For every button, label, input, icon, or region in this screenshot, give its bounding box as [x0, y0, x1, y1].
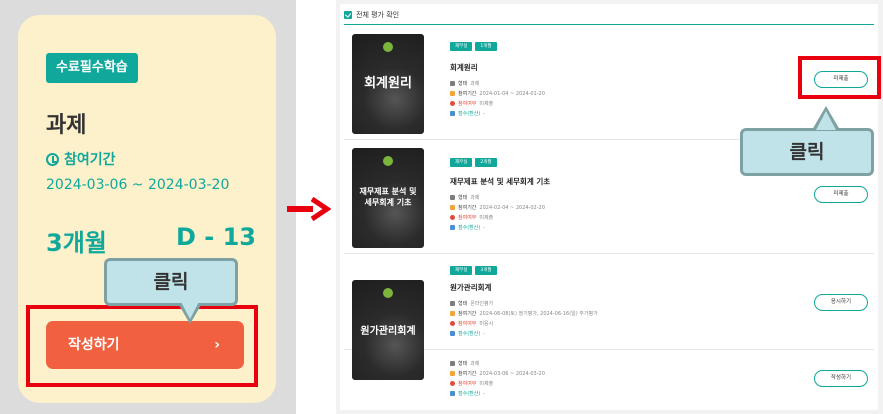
course-thumbnail[interactable]: 원가관리회계: [352, 280, 424, 380]
checkbox-icon[interactable]: [344, 11, 352, 19]
calendar-icon: [450, 91, 455, 96]
arrow-head-icon: [310, 196, 331, 222]
thumbnail-title: 원가관리회계: [360, 326, 416, 337]
period-label-text: 참여기간: [64, 152, 116, 168]
period-label: 참여기간: [46, 149, 116, 169]
highlight-box-left: [26, 305, 258, 387]
pencil-icon: [450, 81, 455, 86]
thumbnail-title: 재무제표 분석 및 세무회계 기초: [359, 186, 417, 207]
required-badge: 수료필수학습: [46, 53, 138, 83]
status-icon: [450, 321, 455, 326]
thumbnail-logo-icon: [383, 156, 393, 166]
d-day: D - 13: [176, 223, 256, 251]
calendar-icon: [450, 205, 455, 210]
duration-tag: 1개월: [475, 42, 497, 51]
score-icon: [450, 111, 455, 116]
click-callout-right: 클릭: [740, 128, 874, 176]
calendar-icon: [450, 311, 455, 316]
period-dates: 2024-03-06 ~ 2024-03-20: [46, 177, 230, 193]
course-title: 회계원리: [450, 63, 478, 72]
section-title: 전체 평가 확인: [356, 11, 400, 19]
score-icon: [450, 331, 455, 336]
highlight-box-right: [798, 56, 881, 99]
callout-tail-inner: [816, 111, 836, 130]
take-exam-button[interactable]: 응시하기: [814, 294, 868, 311]
score-icon: [450, 225, 455, 230]
thumbnail-title: 회계원리: [364, 76, 412, 91]
category-tag: 재무실: [450, 42, 473, 51]
score-icon: [450, 391, 455, 396]
pencil-icon: [450, 361, 455, 366]
callout-tail-inner: [180, 300, 200, 319]
clock-icon: [46, 152, 59, 166]
status-icon: [450, 215, 455, 220]
course-thumbnail[interactable]: 회계원리: [352, 34, 424, 134]
status-icon: [450, 101, 455, 106]
divider: [344, 24, 874, 25]
click-callout-left: 클릭: [104, 258, 238, 306]
calendar-icon: [450, 371, 455, 376]
status-icon: [450, 381, 455, 386]
duration-tag: 2개월: [475, 158, 497, 167]
thumbnail-logo-icon: [383, 42, 393, 52]
list-item: 회계원리 재무실 1개월 회계원리 형태 과제 참여기간 2024-01-04 ~ …: [344, 26, 874, 140]
not-submitted-button[interactable]: 미제출: [814, 186, 868, 203]
course-thumbnail[interactable]: 재무제표 분석 및 세무회계 기초: [352, 148, 424, 248]
thumbnail-logo-icon: [383, 288, 393, 298]
card-title: 과제: [46, 113, 87, 138]
duration-months: 3개월: [46, 229, 107, 257]
course-title: 재무제표 분석 및 세무회계 기초: [450, 177, 551, 186]
course-title: 원가관리회계: [450, 283, 492, 292]
category-tag: 재무실: [450, 158, 473, 167]
duration-tag: 3개월: [475, 266, 497, 275]
section-header: 전체 평가 확인: [344, 8, 399, 22]
pencil-icon: [450, 301, 455, 306]
category-tag: 재무실: [450, 266, 473, 275]
write-button-small[interactable]: 작성하기: [814, 370, 868, 387]
pencil-icon: [450, 195, 455, 200]
